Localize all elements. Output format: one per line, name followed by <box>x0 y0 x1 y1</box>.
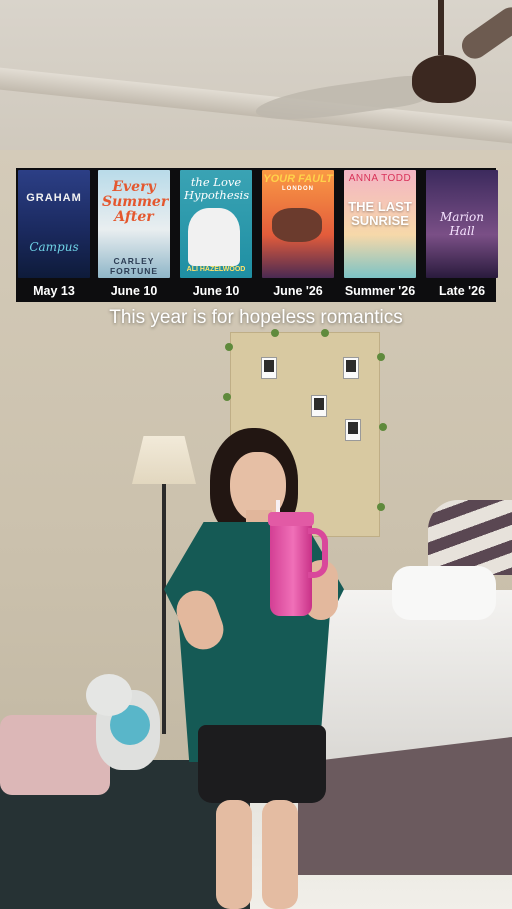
vine-leaf <box>377 353 385 361</box>
pink-tumbler <box>270 514 312 616</box>
person-shorts <box>198 725 326 803</box>
book-title: GRAHAM <box>26 192 82 204</box>
polaroid-photo <box>343 357 359 379</box>
ceiling-fan-rod <box>438 0 444 55</box>
book-cover-every-summer-after: Every Summer After CARLEY FORTUNE <box>98 170 170 278</box>
book-cover-campus: GRAHAM Campus <box>18 170 90 278</box>
polaroid-photo <box>345 419 361 441</box>
person-leg <box>216 800 252 909</box>
book-release-strip: GRAHAM Campus Every Summer After CARLEY … <box>16 168 498 302</box>
tumbler-handle <box>308 528 328 578</box>
video-caption: This year is for hopeless romantics <box>109 307 403 328</box>
vine-leaf <box>321 329 329 337</box>
book-subtitle: Campus <box>29 240 79 254</box>
room-photo <box>0 0 512 909</box>
cover-illustration <box>188 208 240 266</box>
polaroid-photo <box>261 357 277 379</box>
ceiling-fan-hub <box>412 55 476 103</box>
cover-couple-illustration <box>272 208 322 242</box>
book-author: ALI HAZELWOOD <box>186 266 246 273</box>
book-cover-your-fault-london: YOUR FAULT LONDON <box>262 170 334 278</box>
release-date: June '26 <box>273 284 323 298</box>
floor-lamp-pole <box>162 484 166 734</box>
book-cover-marion-hall: Marion Hall <box>426 170 498 278</box>
person-leg <box>262 800 298 909</box>
book-title: YOUR FAULT <box>263 173 333 185</box>
book-subtitle: LONDON <box>282 186 314 192</box>
book-author: CARLEY FORTUNE <box>109 256 159 276</box>
book-author: ANNA TODD <box>348 173 412 184</box>
floor-pillow <box>0 715 110 795</box>
vine-leaf <box>223 393 231 401</box>
book-title: Every Summer After <box>102 179 169 225</box>
book-title: the Love Hypothesis <box>184 175 250 202</box>
tumbler-lid <box>268 512 314 526</box>
vine-leaf <box>377 503 385 511</box>
teddy-bear-head <box>86 674 132 716</box>
bed-pillow <box>392 566 496 620</box>
book-title: Marion Hall <box>440 210 484 238</box>
book-cover-the-last-sunrise: ANNA TODD THE LAST SUNRISE <box>344 170 416 278</box>
vine-leaf <box>225 343 233 351</box>
bed-headboard <box>428 500 512 575</box>
release-date: Late '26 <box>438 284 486 298</box>
release-date: Summer '26 <box>344 284 416 298</box>
vine-leaf <box>379 423 387 431</box>
release-date: May 13 <box>33 284 75 298</box>
release-dates: May 13 June 10 June 10 June '26 Summer '… <box>16 280 496 302</box>
book-title: THE LAST SUNRISE <box>348 199 412 228</box>
vine-leaf <box>271 329 279 337</box>
release-date: June 10 <box>110 284 158 298</box>
polaroid-photo <box>311 395 327 417</box>
book-cover-love-hypothesis: the Love Hypothesis ALI HAZELWOOD <box>180 170 252 278</box>
release-date: June 10 <box>192 284 240 298</box>
